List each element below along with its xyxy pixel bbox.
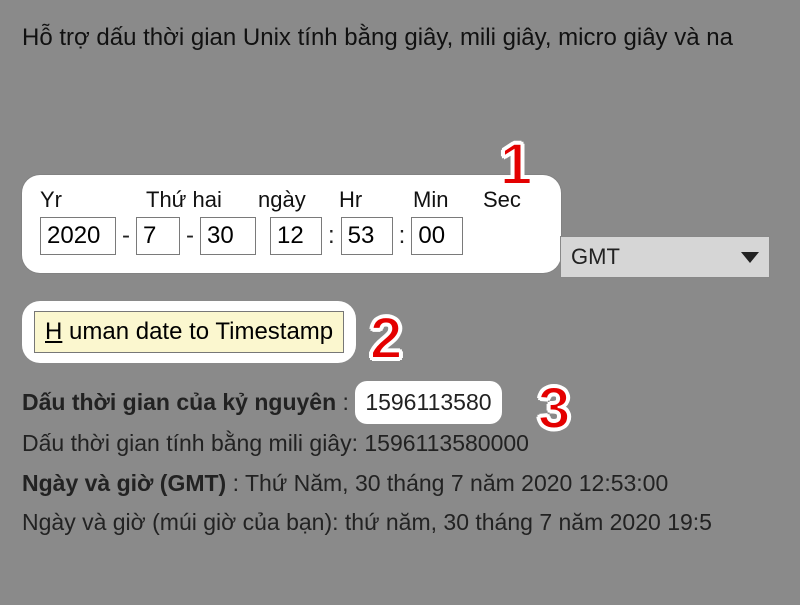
year-field[interactable] [40,217,116,255]
epoch-label: Dấu thời gian của kỷ nguyên [22,389,336,415]
date-input-panel: Yr Thứ hai ngày Hr Min Sec - - : : [22,175,561,273]
sep-colon: : [399,222,406,250]
timezone-select[interactable]: GMT [560,236,770,278]
step-1-badge: 1 [500,136,532,194]
convert-button-wrap: H uman date to Timestamp [22,301,356,364]
timezone-value: GMT [571,244,620,270]
label-day: ngày [258,187,323,213]
hour-field[interactable] [270,217,322,255]
local-line: Ngày và giờ (múi giờ của bạn): thứ năm, … [22,503,778,542]
ms-line: Dấu thời gian tính bằng mili giây: 15961… [22,424,778,463]
epoch-value: 1596113580 [355,381,501,424]
label-minute: Min [413,187,483,213]
gmt-label: Ngày và giờ (GMT) [22,470,226,496]
label-hour: Hr [339,187,399,213]
minute-field[interactable] [341,217,393,255]
chevron-down-icon [741,252,759,263]
second-field[interactable] [411,217,463,255]
label-month: Thứ hai [146,187,258,213]
month-field[interactable] [136,217,180,255]
gmt-value: : Thứ Năm, 30 tháng 7 năm 2020 12:53:00 [233,470,669,496]
day-field[interactable] [200,217,256,255]
results-block: Dấu thời gian của kỷ nguyên : 1596113580… [22,381,778,541]
intro-text: Hỗ trợ dấu thời gian Unix tính bằng giây… [22,21,778,55]
step-2-badge: 2 [370,310,402,368]
label-year: Yr [40,187,130,213]
sep-colon: : [328,222,335,250]
human-to-timestamp-button[interactable]: H uman date to Timestamp [34,311,344,354]
sep-dash: - [122,222,130,250]
step-3-badge: 3 [538,380,570,438]
sep-dash: - [186,222,194,250]
